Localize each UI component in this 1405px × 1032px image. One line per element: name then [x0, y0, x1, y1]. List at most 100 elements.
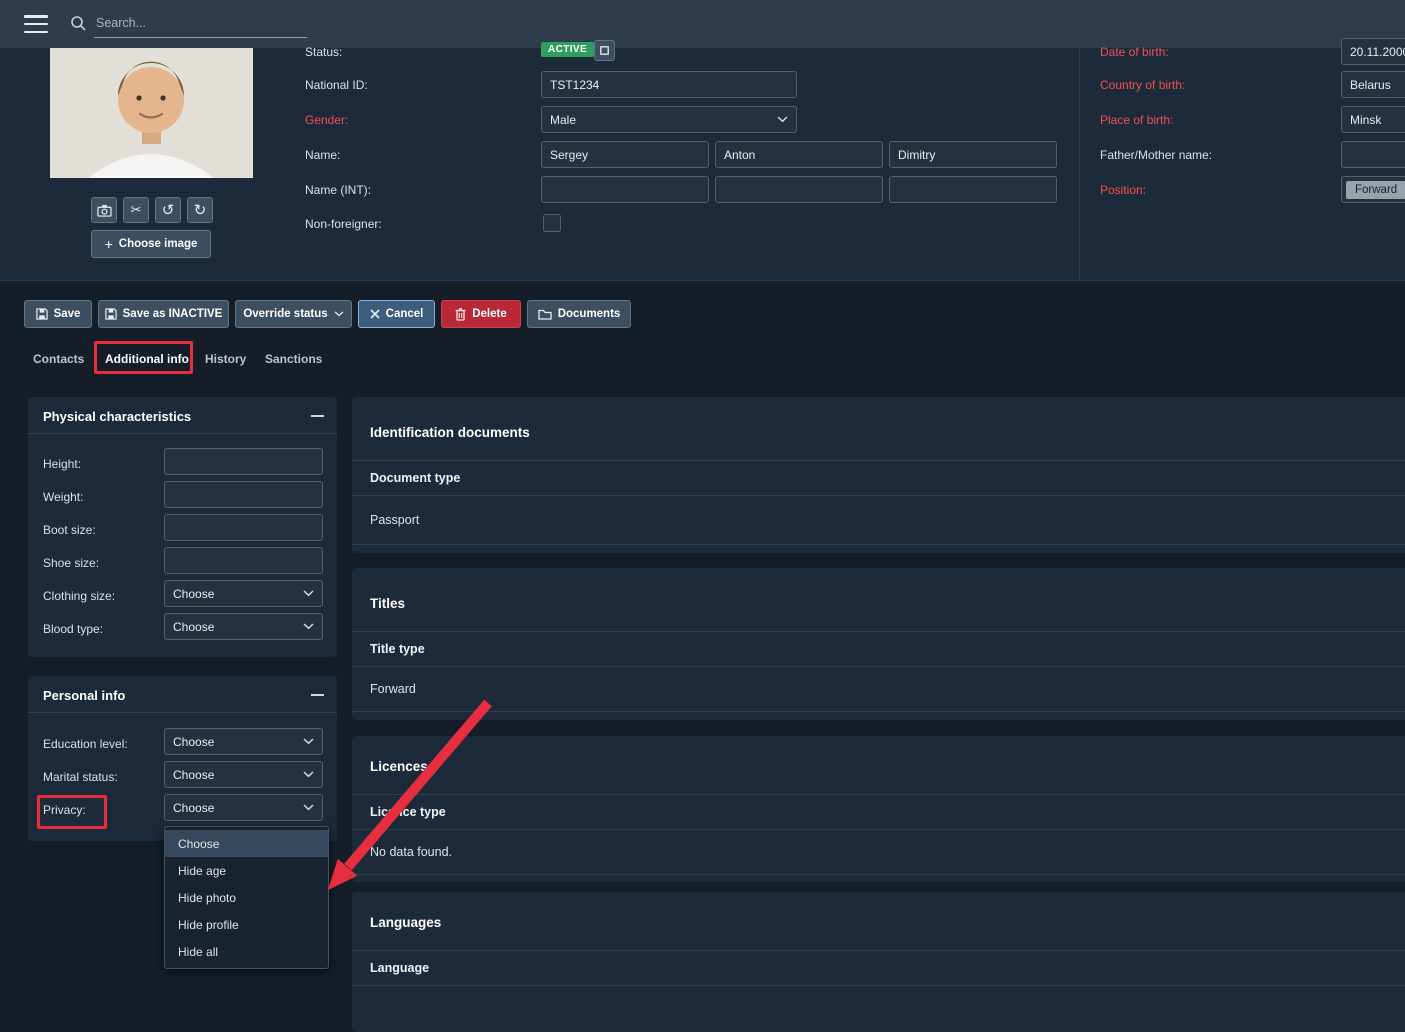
chevron-down-icon: [334, 311, 344, 317]
shoe-size-input[interactable]: [164, 547, 323, 574]
document-type-header: Document type: [352, 460, 1405, 496]
dropdown-option-hide-photo[interactable]: Hide photo: [165, 884, 328, 911]
dropdown-option-choose[interactable]: Choose: [165, 830, 328, 857]
collapse-icon[interactable]: [311, 415, 324, 417]
tab-history[interactable]: History: [205, 352, 246, 366]
hamburger-menu-icon[interactable]: [24, 15, 48, 33]
height-label: Height:: [43, 457, 81, 471]
title-type-header: Title type: [352, 631, 1405, 667]
rotate-left-button[interactable]: ↺: [155, 197, 181, 223]
dropdown-option-hide-profile[interactable]: Hide profile: [165, 911, 328, 938]
tab-sanctions[interactable]: Sanctions: [265, 352, 322, 366]
blood-type-label: Blood type:: [43, 622, 103, 636]
gender-select[interactable]: Male: [541, 106, 797, 133]
trash-icon: [455, 308, 466, 321]
national-id-label: National ID:: [305, 78, 368, 92]
override-status-button[interactable]: Override status: [235, 300, 352, 328]
rotate-right-button[interactable]: ↻: [187, 197, 213, 223]
weight-input[interactable]: [164, 481, 323, 508]
empty-row: No data found.: [352, 830, 1405, 875]
titles-title: Titles: [370, 596, 405, 611]
name-first-input[interactable]: [541, 141, 709, 168]
table-row[interactable]: Passport: [352, 496, 1405, 545]
height-input[interactable]: [164, 448, 323, 475]
collapse-icon[interactable]: [311, 694, 324, 696]
dropdown-option-hide-age[interactable]: Hide age: [165, 857, 328, 884]
father-mother-input[interactable]: [1341, 141, 1405, 168]
dropdown-option-hide-all[interactable]: Hide all: [165, 938, 328, 965]
gender-label: Gender:: [305, 113, 348, 127]
camera-icon: [97, 204, 112, 217]
cancel-button[interactable]: Cancel: [358, 300, 435, 328]
search-input[interactable]: [94, 8, 307, 38]
privacy-select[interactable]: Choose: [164, 794, 323, 821]
override-status-label: Override status: [243, 308, 327, 320]
education-level-value: Choose: [173, 735, 214, 749]
clothing-size-select[interactable]: Choose: [164, 580, 323, 607]
column-label: Language: [370, 961, 429, 975]
choose-image-button[interactable]: + Choose image: [91, 230, 211, 258]
save-label: Save: [54, 308, 81, 320]
non-foreigner-checkbox[interactable]: [543, 214, 561, 232]
delete-label: Delete: [472, 308, 507, 320]
name-middle-input[interactable]: [715, 141, 883, 168]
x-icon: [370, 309, 380, 319]
shoe-size-label: Shoe size:: [43, 556, 99, 570]
name-last-input[interactable]: [889, 141, 1057, 168]
clothing-size-label: Clothing size:: [43, 589, 115, 603]
chevron-down-icon: [303, 590, 314, 597]
hamburger-bar: [24, 15, 48, 18]
place-of-birth-input[interactable]: [1341, 106, 1405, 133]
take-photo-button[interactable]: [91, 197, 117, 223]
name-int-label: Name (INT):: [305, 183, 371, 197]
plus-icon: +: [105, 236, 113, 252]
chevron-down-icon: [777, 116, 788, 123]
name-int-last-input[interactable]: [889, 176, 1057, 203]
licence-type-header: Licence type: [352, 794, 1405, 830]
table-row[interactable]: Forward: [352, 667, 1405, 712]
column-label: Document type: [370, 471, 460, 485]
licences-title: Licences: [370, 759, 428, 774]
language-header: Language: [352, 950, 1405, 986]
chevron-down-icon: [303, 804, 314, 811]
privacy-value: Choose: [173, 801, 214, 815]
position-field[interactable]: Forward: [1341, 176, 1405, 203]
status-detail-button[interactable]: [594, 40, 615, 61]
privacy-dropdown: Choose Hide age Hide photo Hide profile …: [164, 826, 329, 969]
chevron-down-icon: [303, 623, 314, 630]
save-button[interactable]: Save: [24, 300, 92, 328]
column-divider: [1079, 48, 1080, 280]
education-level-label: Education level:: [43, 737, 128, 751]
save-as-inactive-button[interactable]: Save as INACTIVE: [98, 300, 229, 328]
scissors-icon: ✂: [131, 202, 142, 218]
name-label: Name:: [305, 148, 340, 162]
documents-button[interactable]: Documents: [527, 300, 631, 328]
square-icon: [600, 46, 609, 55]
hamburger-bar: [24, 31, 48, 34]
position-label: Position:: [1100, 183, 1146, 197]
identification-documents-title: Identification documents: [370, 425, 530, 440]
country-of-birth-input[interactable]: [1341, 71, 1405, 98]
marital-status-select[interactable]: Choose: [164, 761, 323, 788]
boot-size-input[interactable]: [164, 514, 323, 541]
title-type-cell: Forward: [370, 682, 416, 696]
blood-type-select[interactable]: Choose: [164, 613, 323, 640]
chevron-down-icon: [303, 738, 314, 745]
name-int-first-input[interactable]: [541, 176, 709, 203]
name-int-middle-input[interactable]: [715, 176, 883, 203]
delete-button[interactable]: Delete: [441, 300, 521, 328]
education-level-select[interactable]: Choose: [164, 728, 323, 755]
personal-card-title: Personal info: [43, 688, 125, 703]
folder-icon: [538, 309, 552, 320]
tab-contacts[interactable]: Contacts: [33, 352, 84, 366]
date-of-birth-input[interactable]: [1341, 38, 1405, 65]
documents-label: Documents: [558, 308, 621, 320]
column-label: Licence type: [370, 805, 446, 819]
physical-card-title: Physical characteristics: [43, 409, 191, 424]
cancel-label: Cancel: [386, 308, 424, 320]
languages-title: Languages: [370, 915, 441, 930]
tab-additional-info[interactable]: Additional info: [105, 352, 189, 366]
national-id-input[interactable]: [541, 71, 797, 98]
crop-image-button[interactable]: ✂: [123, 197, 149, 223]
card-divider: [28, 712, 337, 713]
